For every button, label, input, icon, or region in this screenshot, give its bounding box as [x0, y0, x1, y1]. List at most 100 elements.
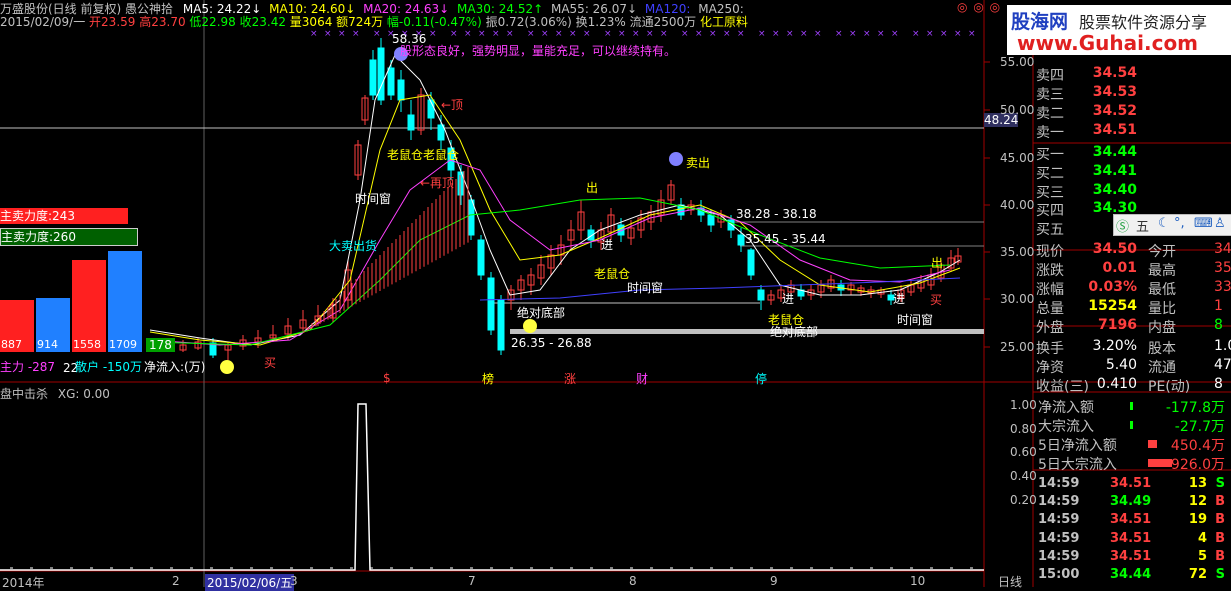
candle-body	[747, 249, 755, 276]
ime-mode-label[interactable]: 五	[1136, 216, 1149, 235]
sub-chart-name[interactable]: 盘中击杀	[0, 387, 48, 401]
tick-row: 14:59 34.51 5 B	[1038, 549, 1231, 569]
event-marker-1[interactable]: $	[383, 371, 391, 385]
fund-flow-bar	[1148, 459, 1172, 467]
ime-punct-icon[interactable]: °,	[1174, 216, 1185, 231]
tick-side: S	[1215, 476, 1225, 491]
sub-tick-label: 0.40	[1010, 469, 1037, 483]
price-tick-label: 30.00	[1000, 292, 1035, 306]
ask-row[interactable]: 卖二 34.52	[1036, 103, 1231, 122]
range-label-1: 38.28 - 38.18	[736, 207, 817, 221]
fund-flow-row: 净流入额 -177.8万	[1038, 397, 1231, 416]
top-marker: ×	[618, 29, 626, 39]
event-marker-4[interactable]: 财	[636, 370, 648, 387]
stat-value-2: 33	[1214, 279, 1231, 295]
ime-logo-icon[interactable]: Ⓢ	[1116, 216, 1129, 235]
stat-label-2: 股本	[1148, 341, 1176, 357]
tick-volume: 19	[1188, 512, 1207, 527]
ime-toolbar[interactable]: Ⓢ 五 ☾ °, ⌨ ♙	[1113, 214, 1231, 236]
second-top-label: ←再顶	[420, 176, 455, 190]
top-marker: ×	[758, 29, 766, 39]
logo-url: www.Guhai.com	[1017, 31, 1199, 55]
event-marker-3[interactable]: 涨	[564, 370, 576, 387]
bid-row[interactable]: 买二 34.41	[1036, 163, 1231, 182]
tick-side: B	[1215, 494, 1225, 509]
candle-body	[737, 234, 745, 246]
top-marker: ×	[338, 29, 346, 39]
bid-row[interactable]: 买三 34.40	[1036, 182, 1231, 201]
top-marker: ×	[891, 29, 899, 39]
sub-chart-title: 盘中击杀 XG: 0.00	[0, 385, 110, 402]
candle-body	[467, 199, 475, 236]
bid-row[interactable]: 买一 34.44	[1036, 144, 1231, 163]
stat-label: 涨幅	[1036, 282, 1064, 298]
bar-high: 高23.70	[139, 15, 186, 29]
fund-flow-label: 大宗流入	[1038, 419, 1094, 435]
tick-time: 14:59	[1038, 476, 1080, 491]
time-tick-label: 3	[290, 574, 298, 588]
top-marker: ×	[373, 29, 381, 39]
candle-body	[387, 67, 395, 96]
time-tick-label: 8	[629, 574, 637, 588]
fund-flow-row: 5日净流入额 450.4万	[1038, 435, 1231, 454]
close-icon[interactable]: ◎	[990, 0, 1000, 14]
ime-user-icon[interactable]: ♙	[1214, 216, 1226, 231]
ask-row[interactable]: 卖一 34.51	[1036, 122, 1231, 141]
tick-side: B	[1215, 531, 1225, 546]
fund-flow-row: 5日大宗流入 926.0万	[1038, 454, 1231, 473]
fund-flow-bar	[1148, 440, 1157, 448]
signal-line	[0, 403, 984, 571]
logo-brand: 股海网	[1011, 11, 1069, 33]
time-axis-right-label[interactable]: 日线	[998, 573, 1022, 590]
bid-label: 买一	[1036, 147, 1064, 163]
buy-in-label-1: 进	[601, 238, 614, 252]
tick-volume: 13	[1188, 476, 1207, 491]
ask-label: 卖三	[1036, 87, 1064, 103]
old-rat-label-1: 老鼠仓老鼠仓	[387, 148, 460, 162]
sub-tick-label: 0.80	[1010, 422, 1037, 436]
buy-label-1: 买	[264, 356, 277, 370]
event-marker-5[interactable]: 停	[755, 370, 767, 387]
stat-label-2: PE(动)	[1148, 379, 1191, 395]
stat-value-2: 476	[1214, 357, 1231, 373]
price-tick-label: 50.00	[1000, 103, 1035, 117]
stat-label-2: 今开	[1148, 244, 1176, 260]
stat-label: 外盘	[1036, 320, 1064, 336]
ask-price: 34.53	[1092, 84, 1137, 100]
face-icon	[669, 152, 683, 166]
sell-out-label: 卖出	[686, 156, 711, 170]
tick-time: 14:59	[1038, 549, 1080, 564]
fund-flow-label: 净流入额	[1038, 400, 1094, 416]
ime-keyboard-icon[interactable]: ⌨	[1194, 216, 1213, 231]
ask-row[interactable]: 卖四 34.54	[1036, 65, 1231, 84]
top-marker: ×	[849, 29, 857, 39]
fund-flow-label: 5日净流入额	[1038, 438, 1117, 454]
ask-row[interactable]: 卖三 34.53	[1036, 84, 1231, 103]
time-tick-label: 2014年	[2, 576, 45, 590]
price-tick-label: 35.00	[1000, 245, 1035, 259]
tick-volume: 72	[1188, 567, 1207, 582]
top-marker: ×	[772, 29, 780, 39]
top-marker: ×	[527, 29, 535, 39]
power-bar	[108, 251, 142, 352]
top-marker: ×	[814, 29, 822, 39]
top-marker: ×	[786, 29, 794, 39]
tick-side: B	[1215, 512, 1225, 527]
tick-price: 34.44	[1110, 567, 1152, 582]
stat-value-2: 1	[1214, 298, 1223, 314]
event-marker-2[interactable]: 榜	[482, 370, 494, 387]
bid-label: 买三	[1036, 185, 1064, 201]
range-label-2: 35.45 - 35.44	[745, 232, 826, 246]
restore-icon[interactable]: ◎	[973, 0, 983, 14]
stat-value-2: 34	[1214, 241, 1231, 257]
bar-float: 流通2500万	[629, 15, 697, 29]
sub-tick-label: 0.60	[1010, 445, 1037, 459]
stat-value-2: 35	[1214, 260, 1231, 276]
main-force-label: 主力 -287	[0, 360, 56, 374]
ime-moon-icon[interactable]: ☾	[1158, 216, 1170, 231]
tick-row: 14:59 34.51 13 S	[1038, 476, 1231, 496]
bar-amount: 额724万	[336, 15, 384, 29]
stat-value: 15254	[1088, 298, 1137, 314]
circle-icon[interactable]: ◎	[957, 0, 967, 14]
guhai-logo[interactable]: 股海网 股票软件资源分享 www.Guhai.com	[1007, 5, 1231, 55]
